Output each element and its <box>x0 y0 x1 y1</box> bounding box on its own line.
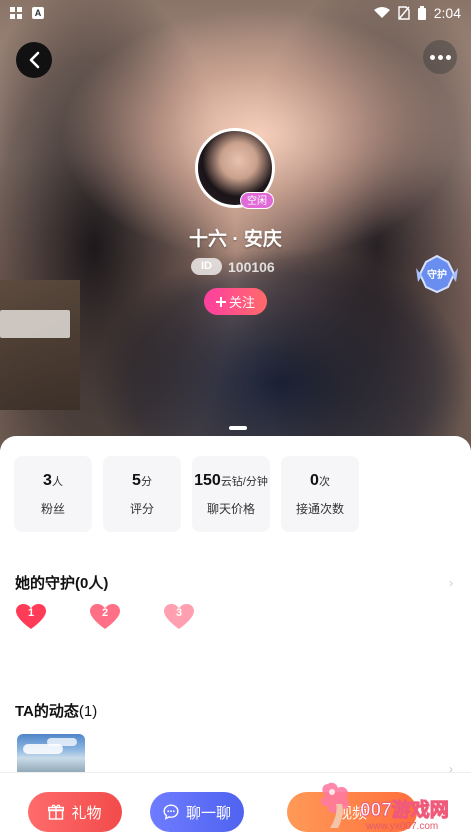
moments-count: (1) <box>78 703 98 720</box>
watermark-text: 007游戏网 <box>360 800 450 822</box>
stat-unit: 分 <box>140 475 152 488</box>
grid-icon <box>10 7 22 19</box>
wifi-icon <box>373 7 390 18</box>
dot <box>445 54 451 60</box>
stats-row: 3人 粉丝 5分 评分 150云钻/分钟 聊天价格 0次 接通次数 <box>14 456 359 532</box>
stat-label: 评分 <box>129 501 154 516</box>
stat-unit: 人 <box>51 475 63 488</box>
guardian-rank: 3 <box>175 607 183 619</box>
stat-value: 150 <box>194 471 221 489</box>
a-icon: A <box>32 7 44 19</box>
stat-unit: 云钻/分钟 <box>220 475 268 488</box>
moment-thumbnail[interactable] <box>17 734 85 774</box>
guardian-slots: 1 2 3 <box>16 604 194 630</box>
clock: 2:04 <box>433 5 461 21</box>
carousel-indicator <box>229 426 247 430</box>
chevron-left-icon <box>29 51 40 69</box>
more-options-button[interactable] <box>423 40 457 74</box>
stat-unit: 次 <box>318 475 330 488</box>
guard-badge-icon[interactable]: 守护 <box>414 254 460 294</box>
watermark-url: www.yx007.com <box>366 821 439 832</box>
background-furniture <box>0 280 80 410</box>
dot <box>429 54 435 60</box>
stat-rating: 5分 评分 <box>103 456 181 532</box>
stat-value: 5 <box>132 471 141 489</box>
plus-icon <box>215 296 226 307</box>
user-id-row: ID 100106 <box>191 258 275 275</box>
guardian-slot-2[interactable]: 2 <box>90 604 120 630</box>
guardians-title: 她的守护(0人) <box>15 575 109 592</box>
chevron-right-icon[interactable]: › <box>449 576 453 590</box>
stat-fans: 3人 粉丝 <box>14 456 92 532</box>
moments-title: TA的动态(1) <box>15 700 97 721</box>
stat-label: 聊天价格 <box>206 501 255 516</box>
status-bar: A 2:04 <box>0 0 471 26</box>
stat-label: 接通次数 <box>295 501 344 516</box>
chat-label: 聊一聊 <box>185 804 231 822</box>
background-shelf <box>0 310 70 338</box>
profile-name: 十六 · 安庆 <box>189 229 282 250</box>
gift-icon <box>48 804 65 820</box>
stat-value: 3 <box>43 471 52 489</box>
back-button[interactable] <box>16 42 52 78</box>
follow-label: 关注 <box>228 295 255 310</box>
gift-label: 礼物 <box>71 804 102 822</box>
stat-call-count: 0次 接通次数 <box>281 456 359 532</box>
status-badge: 空闲 <box>240 192 274 209</box>
stat-chat-price: 150云钻/分钟 聊天价格 <box>192 456 270 532</box>
id-number: 100106 <box>228 258 275 275</box>
stat-label: 粉丝 <box>40 501 65 516</box>
gift-button[interactable]: 礼物 <box>28 792 122 832</box>
guardian-slot-3[interactable]: 3 <box>164 604 194 630</box>
chat-bubble-icon <box>163 804 179 820</box>
guardian-rank: 2 <box>101 607 109 619</box>
moments-title-text: TA的动态 <box>15 703 79 720</box>
no-sim-icon <box>398 6 410 20</box>
stat-value: 0 <box>310 471 319 489</box>
follow-button[interactable]: 关注 <box>204 288 267 315</box>
battery-icon <box>417 6 426 20</box>
guardian-rank: 1 <box>27 607 35 619</box>
thumbnail-cloud <box>47 738 77 746</box>
avatar-container: 空闲 <box>195 128 275 209</box>
guard-badge-label: 守护 <box>427 268 447 281</box>
chat-button[interactable]: 聊一聊 <box>150 792 244 832</box>
dot <box>437 54 443 60</box>
id-tag: ID <box>191 258 222 275</box>
guardian-slot-1[interactable]: 1 <box>16 604 46 630</box>
